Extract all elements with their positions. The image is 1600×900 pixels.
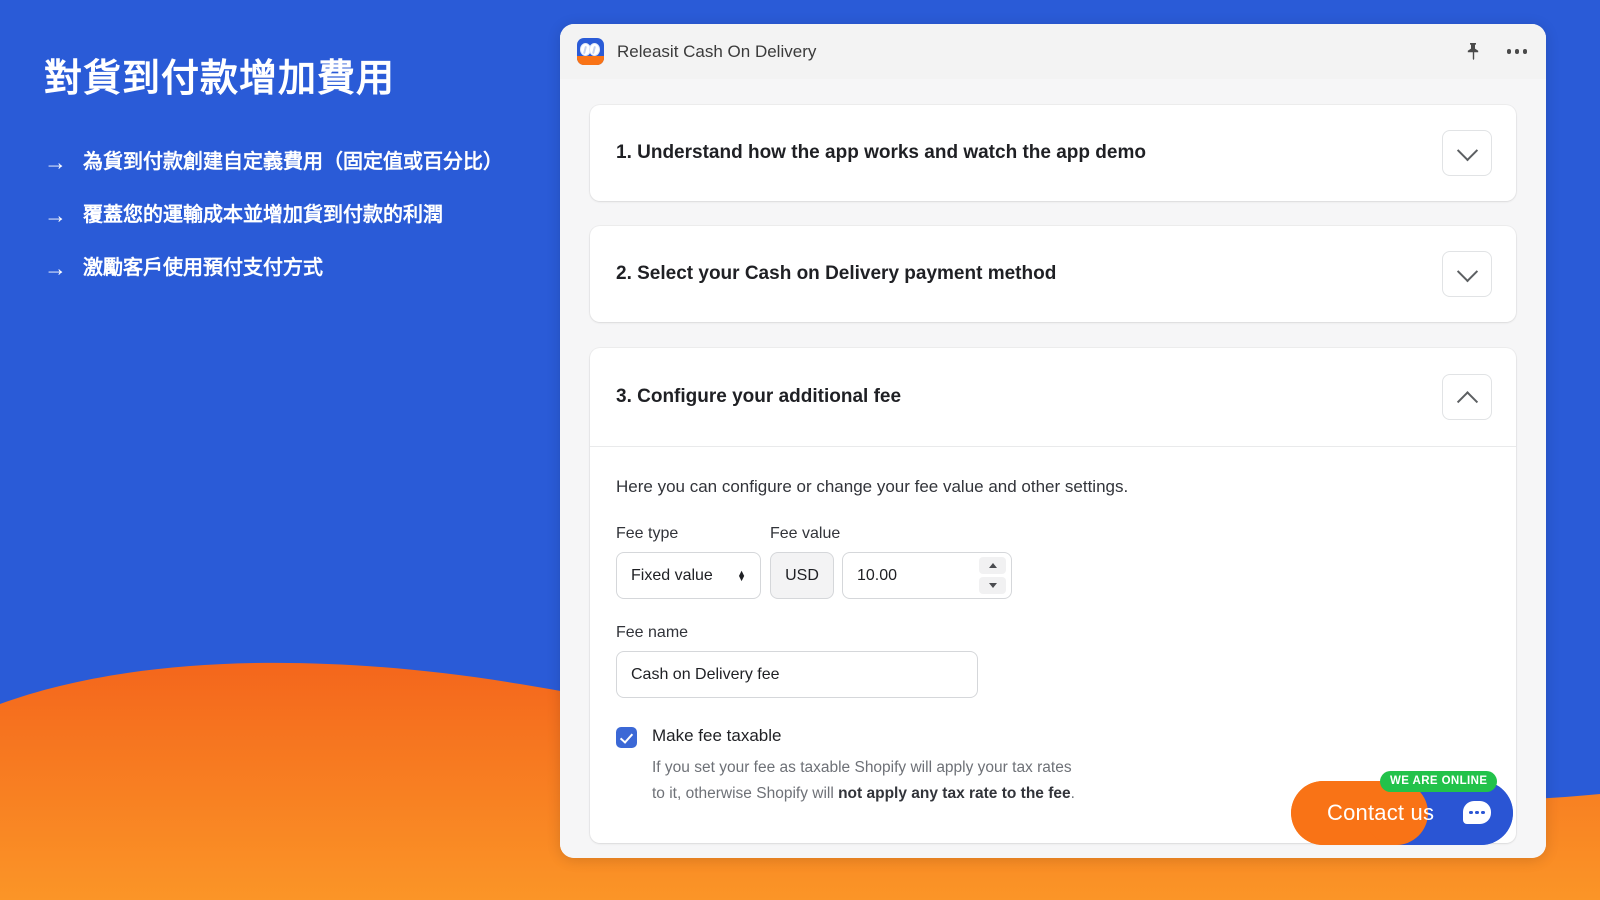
- accordion-header[interactable]: 1. Understand how the app works and watc…: [590, 105, 1516, 201]
- contact-us-widget[interactable]: Contact us WE ARE ONLINE: [1291, 771, 1513, 845]
- form-intro-text: Here you can configure or change your fe…: [616, 477, 1129, 496]
- fee-value-label: Fee value: [770, 525, 841, 542]
- fee-value-group: Fee value USD 10.00: [770, 525, 1012, 599]
- benefit-text: 覆蓋您的運輸成本並增加貨到付款的利潤: [83, 204, 443, 226]
- fee-row: Fee type Fixed value ▲ ▼ Fee value USD 1…: [616, 525, 1490, 599]
- quantity-stepper: [979, 557, 1006, 594]
- stepper-decrement-button[interactable]: [979, 577, 1006, 594]
- select-updown-icon: ▲ ▼: [737, 567, 746, 583]
- pin-icon[interactable]: [1462, 41, 1484, 63]
- contact-us-label: Contact us: [1327, 800, 1435, 825]
- chevron-up-icon[interactable]: [1442, 374, 1492, 420]
- fee-type-select[interactable]: Fixed value ▲ ▼: [616, 552, 761, 599]
- make-fee-taxable-label: Make fee taxable: [652, 726, 782, 745]
- titlebar-actions: [1462, 41, 1528, 63]
- ellipsis-icon[interactable]: [1506, 41, 1528, 63]
- screen-root: 對貨到付款增加費用 → 為貨到付款創建自定義費用（固定值或百分比） → 覆蓋您的…: [0, 0, 1600, 900]
- fee-name-input[interactable]: Cash on Delivery fee: [616, 651, 978, 698]
- accordion-header[interactable]: 2. Select your Cash on Delivery payment …: [590, 226, 1516, 322]
- stepper-increment-button[interactable]: [979, 557, 1006, 574]
- fee-type-value: Fixed value: [631, 566, 713, 584]
- chat-bubble-icon: [1463, 801, 1491, 824]
- list-item: → 激勵客戶使用預付支付方式: [44, 254, 544, 283]
- section-title: 2. Select your Cash on Delivery payment …: [616, 262, 1057, 284]
- make-fee-taxable-help: If you set your fee as taxable Shopify w…: [652, 755, 1075, 807]
- section-title: 3. Configure your additional fee: [616, 385, 902, 407]
- help-line-1: If you set your fee as taxable Shopify w…: [652, 759, 1072, 776]
- accordion-section-1: 1. Understand how the app works and watc…: [590, 105, 1516, 201]
- fee-value-input[interactable]: 10.00: [842, 552, 1012, 599]
- app-window: Releasit Cash On Delivery 1. Understand …: [560, 24, 1546, 858]
- status-badge: WE ARE ONLINE: [1380, 771, 1498, 792]
- fee-type-group: Fee type Fixed value ▲ ▼: [616, 525, 761, 599]
- app-titlebar: Releasit Cash On Delivery: [560, 24, 1546, 79]
- help-line-2-pre: to it, otherwise Shopify will: [652, 785, 839, 802]
- fee-name-value: Cash on Delivery fee: [631, 665, 780, 683]
- app-content-scroll[interactable]: 1. Understand how the app works and watc…: [560, 79, 1546, 858]
- app-name-label: Releasit Cash On Delivery: [617, 41, 817, 61]
- help-line-2-bold: not apply any tax rate to the fee: [838, 785, 1071, 802]
- currency-prefix: USD: [770, 552, 834, 599]
- promo-panel: 對貨到付款增加費用 → 為貨到付款創建自定義費用（固定值或百分比） → 覆蓋您的…: [0, 0, 560, 900]
- benefit-text: 為貨到付款創建自定義費用（固定值或百分比）: [83, 151, 503, 173]
- make-fee-taxable-checkbox[interactable]: [616, 727, 637, 748]
- section-title: 1. Understand how the app works and watc…: [616, 141, 1146, 163]
- benefit-text: 激勵客戶使用預付支付方式: [83, 257, 323, 279]
- list-item: → 為貨到付款創建自定義費用（固定值或百分比）: [44, 148, 544, 177]
- coins-icon: [577, 38, 604, 65]
- fee-name-group: Fee name Cash on Delivery fee: [616, 624, 1490, 698]
- help-line-2-post: .: [1070, 785, 1075, 802]
- chevron-down-icon[interactable]: [1442, 251, 1492, 297]
- fee-type-label: Fee type: [616, 525, 679, 542]
- accordion-header[interactable]: 3. Configure your additional fee: [590, 348, 1516, 446]
- benefit-list: → 為貨到付款創建自定義費用（固定值或百分比） → 覆蓋您的運輸成本並增加貨到付…: [44, 148, 544, 307]
- fee-value-text: 10.00: [857, 566, 898, 584]
- arrow-right-icon: →: [44, 202, 67, 228]
- page-title: 對貨到付款增加費用: [44, 58, 396, 100]
- accordion-section-3: 3. Configure your additional fee Here yo…: [590, 348, 1516, 843]
- accordion-section-2: 2. Select your Cash on Delivery payment …: [590, 226, 1516, 322]
- list-item: → 覆蓋您的運輸成本並增加貨到付款的利潤: [44, 201, 544, 230]
- chevron-down-icon[interactable]: [1442, 130, 1492, 176]
- arrow-right-icon: →: [44, 149, 67, 175]
- arrow-right-icon: →: [44, 255, 67, 281]
- fee-name-label: Fee name: [616, 624, 689, 641]
